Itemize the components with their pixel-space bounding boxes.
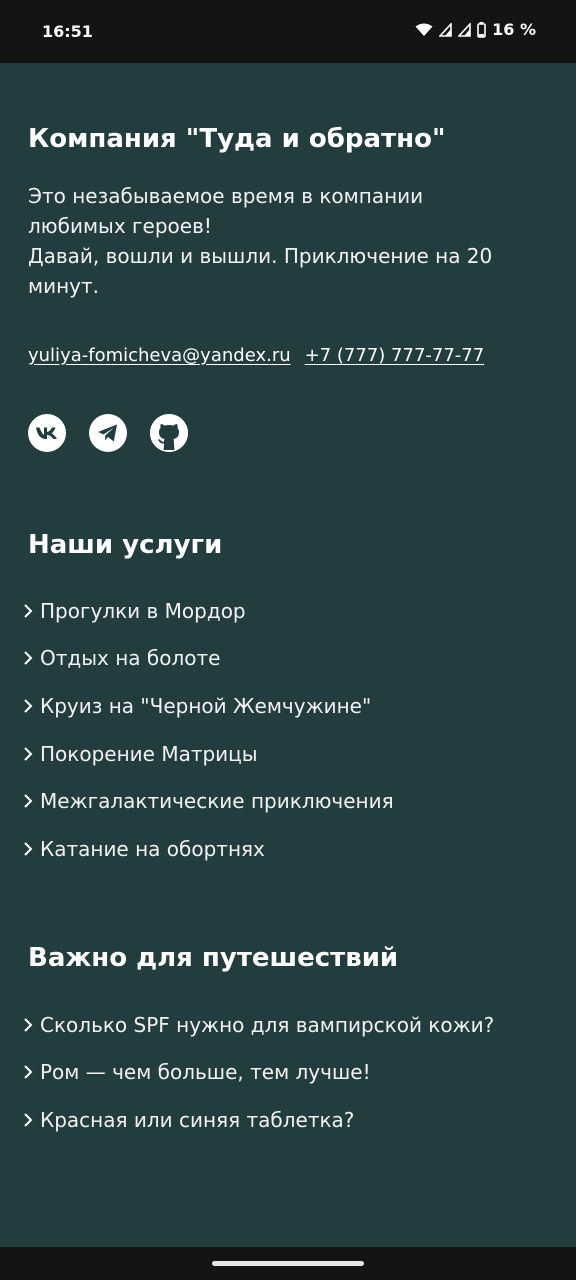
page-content: Компания "Туда и обратно" Это незабываем… <box>0 63 576 1247</box>
list-item[interactable]: Покорение Матрицы <box>22 730 394 778</box>
list-item-label: Ром — чем больше, тем лучше! <box>40 1060 371 1085</box>
chevron-right-icon <box>22 840 38 858</box>
chevron-right-icon <box>22 792 38 810</box>
vk-icon[interactable] <box>28 414 66 452</box>
chevron-right-icon <box>22 602 38 620</box>
email-link[interactable]: yuliya-fomicheva@yandex.ru <box>28 345 291 366</box>
list-item-label: Сколько SPF нужно для вампирской кожи? <box>40 1012 495 1037</box>
status-time: 16:51 <box>42 22 93 41</box>
phone-link[interactable]: +7 (777) 777-77-77 <box>305 345 485 366</box>
description-line: Это незабываемое время в компании <box>28 184 424 208</box>
chevron-right-icon <box>22 745 38 763</box>
battery-icon <box>477 21 486 38</box>
navigation-bar <box>0 1247 576 1280</box>
description-line: минут. <box>28 274 100 298</box>
list-item-label: Покорение Матрицы <box>40 741 258 766</box>
company-title: Компания "Туда и обратно" <box>28 124 446 154</box>
list-item[interactable]: Катание на обортнях <box>22 825 394 873</box>
list-item-label: Прогулки в Мордор <box>40 598 246 623</box>
contacts: yuliya-fomicheva@yandex.ru +7 (777) 777-… <box>28 345 484 366</box>
description-line: Давай, вошли и вышли. Приключение на 20 <box>28 244 493 268</box>
signal-icon <box>439 22 452 37</box>
list-item[interactable]: Ром — чем больше, тем лучше! <box>22 1049 494 1097</box>
services-list: Прогулки в Мордор Отдых на болоте Круиз … <box>22 587 394 873</box>
status-bar: 16:51 16 % <box>0 0 576 63</box>
list-item-label: Отдых на болоте <box>40 646 221 671</box>
chevron-right-icon <box>22 1111 38 1129</box>
battery-percent: 16 % <box>492 20 536 39</box>
list-item-label: Катание на обортнях <box>40 836 265 861</box>
description-line: любимых героев! <box>28 214 212 238</box>
list-item-label: Круиз на "Черной Жемчужине" <box>40 693 372 718</box>
services-title: Наши услуги <box>28 530 223 560</box>
list-item[interactable]: Прогулки в Мордор <box>22 587 394 635</box>
social-links <box>28 414 188 452</box>
signal-icon <box>458 22 471 37</box>
list-item-label: Межгалактические приключения <box>40 789 394 814</box>
list-item-label: Красная или синяя таблетка? <box>40 1107 355 1132</box>
chevron-right-icon <box>22 1016 38 1034</box>
wifi-icon <box>415 23 433 37</box>
chevron-right-icon <box>22 649 38 667</box>
travel-list: Сколько SPF нужно для вампирской кожи? Р… <box>22 1001 494 1144</box>
chevron-right-icon <box>22 1063 38 1081</box>
telegram-icon[interactable] <box>89 414 127 452</box>
home-gesture-handle[interactable] <box>212 1261 364 1266</box>
company-description: Это незабываемое время в компании любимы… <box>28 181 528 301</box>
list-item[interactable]: Отдых на болоте <box>22 635 394 683</box>
list-item[interactable]: Круиз на "Черной Жемчужине" <box>22 682 394 730</box>
list-item[interactable]: Межгалактические приключения <box>22 777 394 825</box>
github-icon[interactable] <box>150 414 188 452</box>
travel-title: Важно для путешествий <box>28 943 399 973</box>
list-item[interactable]: Красная или синяя таблетка? <box>22 1096 494 1144</box>
status-icons: 16 % <box>415 20 536 39</box>
list-item[interactable]: Сколько SPF нужно для вампирской кожи? <box>22 1001 494 1049</box>
chevron-right-icon <box>22 697 38 715</box>
